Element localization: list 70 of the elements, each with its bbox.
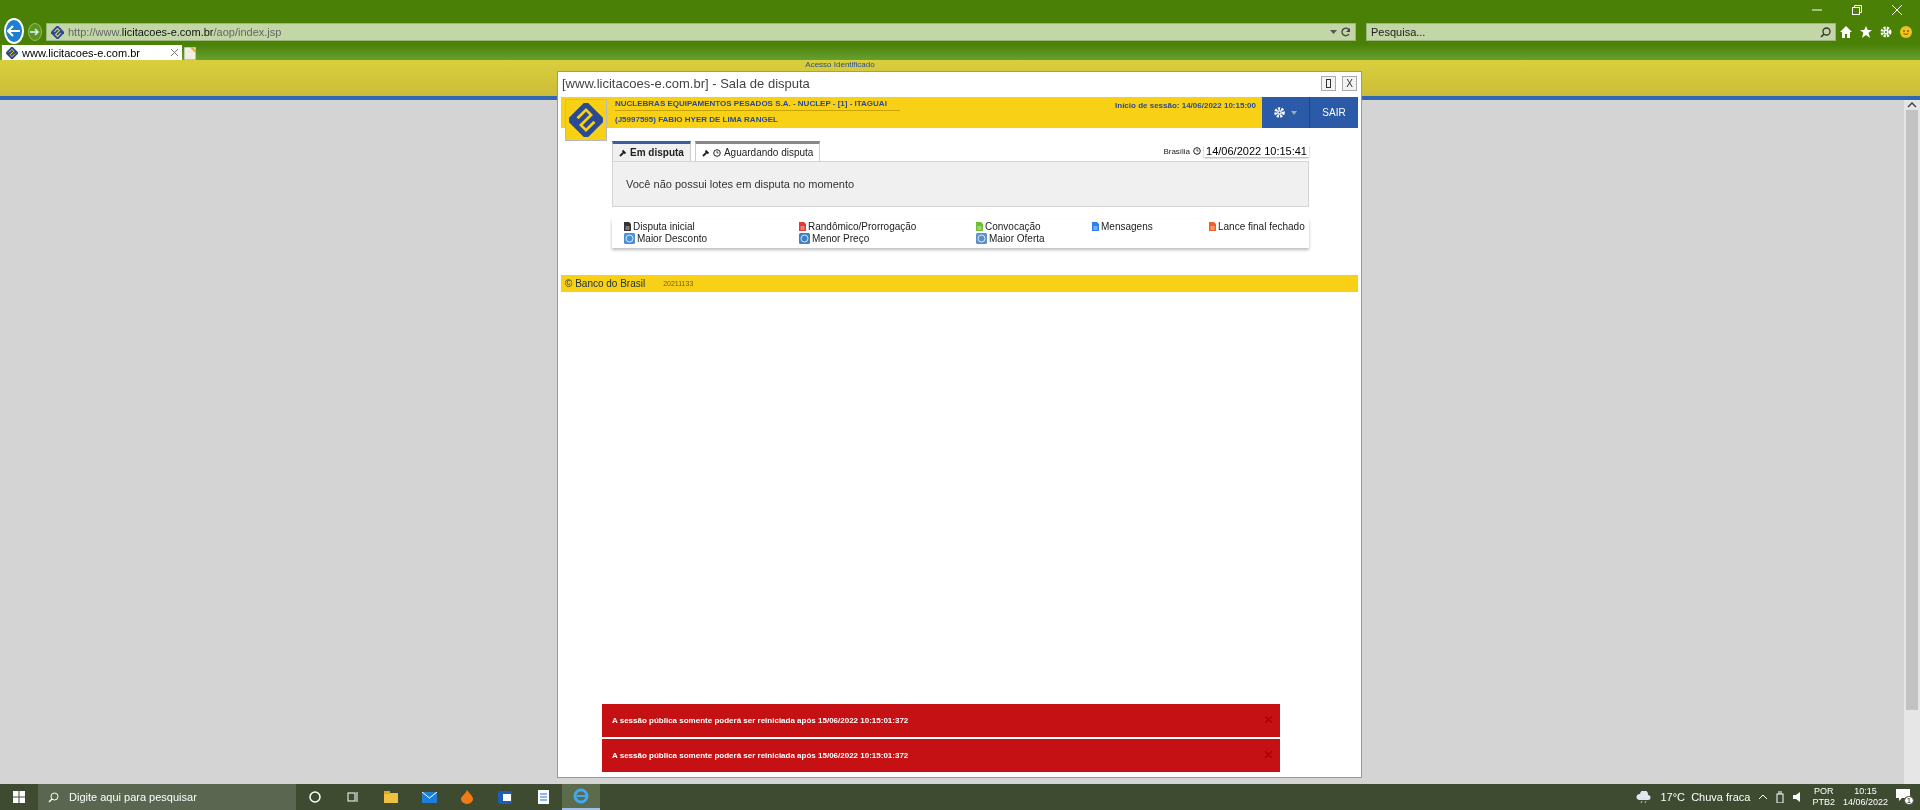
legend-label: Randômico/Prorrogação	[808, 221, 917, 232]
rectangle-icon	[1326, 78, 1331, 88]
caret-up-icon[interactable]	[1907, 100, 1917, 108]
refresh-icon[interactable]	[1341, 27, 1351, 37]
search-placeholder: Pesquisa...	[1371, 26, 1427, 38]
organization-name: NUCLEBRAS EQUIPAMENTOS PESADOS S.A. - NUCLEP - [1] - ITAGUAI	[615, 99, 900, 111]
server-time: 14/06/2022 10:15:41	[1204, 145, 1309, 157]
logout-button[interactable]: SAIR	[1310, 97, 1358, 128]
cloud-rain-icon	[1636, 791, 1653, 803]
legend-label: Convocação	[985, 221, 1041, 232]
browser-icon	[573, 788, 589, 804]
smiley-icon[interactable]	[1900, 26, 1912, 38]
chevron-up-icon[interactable]	[1758, 794, 1769, 800]
back-button[interactable]	[4, 18, 25, 44]
flame-icon	[461, 790, 473, 804]
envelope-icon	[498, 790, 512, 804]
bank-logo	[51, 25, 64, 39]
star-icon[interactable]	[1860, 26, 1872, 38]
error-alert: A sessão pública somente poderá ser reiniciada após 15/06/2022 10:15:01:372	[602, 704, 1280, 737]
task-view-icon	[347, 791, 359, 803]
timezone-label: Brasília	[1163, 146, 1191, 156]
gavel-icon	[619, 148, 627, 157]
weather-text[interactable]: 17°C Chuva fraca	[1660, 791, 1751, 803]
address-bar[interactable]: http://www.licitacoes-e.com.br/aop/index.jsp	[46, 23, 1356, 41]
error-alert: A sessão pública somente poderá ser reiniciada após 15/06/2022 10:15:01:372	[602, 739, 1280, 772]
tab[interactable]: Aguardando disputa	[694, 141, 821, 161]
browser-tab[interactable]: www.licitacoes-e.com.br	[2, 45, 182, 60]
arrow-right-icon	[30, 28, 41, 36]
caret-icon	[1291, 110, 1297, 115]
windows-icon	[13, 791, 25, 803]
bank-logo	[6, 46, 18, 59]
device-icon[interactable]	[1776, 791, 1785, 803]
legend-label: Maior Desconto	[637, 233, 708, 244]
url-text: http://www.licitacoes-e.com.br/aop/index.jsp	[68, 26, 283, 38]
settings-icon	[1274, 107, 1285, 118]
maximize-button[interactable]	[1321, 75, 1336, 91]
forward-button[interactable]	[28, 23, 42, 41]
empty-message: Você não possui lotes em disputa no momento	[612, 161, 1309, 207]
search-icon[interactable]	[1820, 26, 1831, 38]
gavel-icon	[701, 148, 710, 157]
restore-icon[interactable]	[1852, 5, 1862, 15]
user-name: (J5997595) FABIO HYER DE LIMA RANGEL	[615, 115, 779, 124]
close-button[interactable]: X	[1342, 75, 1357, 91]
circle-icon	[309, 791, 321, 803]
language-indicator[interactable]: POR PTB2	[1812, 786, 1835, 808]
legend-label: Mensagens	[1101, 221, 1153, 232]
clock-icon	[712, 148, 721, 157]
search-field[interactable]: Pesquisa...	[1366, 23, 1836, 41]
legend-label: Menor Preço	[812, 233, 870, 244]
dialog-title: [www.licitacoes-e.com.br] - Sala de disputa	[562, 75, 811, 91]
scrollbar[interactable]	[1904, 100, 1920, 784]
system-clock[interactable]: 10:15 14/06/2022	[1842, 786, 1888, 808]
taskbar-search-field[interactable]: Digite aqui para pesquisar	[38, 784, 296, 810]
clock-icon	[1193, 147, 1202, 155]
legend-label: Maior Oferta	[989, 233, 1045, 244]
legend-label: Disputa inicial	[633, 221, 695, 232]
session-start: Início de sessão: 14/06/2022 10:15:00	[1115, 100, 1257, 110]
close-icon[interactable]	[171, 49, 178, 56]
search-icon	[48, 791, 59, 803]
home-icon[interactable]	[1840, 26, 1852, 38]
settings-button[interactable]	[1262, 97, 1310, 128]
folder-icon	[384, 791, 398, 803]
copyright-text: © Banco do Brasil	[565, 278, 646, 289]
legend-label: Lance final fechado	[1218, 221, 1305, 232]
settings-icon[interactable]	[1880, 26, 1892, 38]
caret-icon[interactable]	[1330, 30, 1337, 34]
mail-icon	[421, 791, 437, 803]
document-icon	[537, 790, 549, 804]
arrow-left-icon	[7, 25, 22, 37]
tab[interactable]: Em disputa	[612, 141, 691, 161]
